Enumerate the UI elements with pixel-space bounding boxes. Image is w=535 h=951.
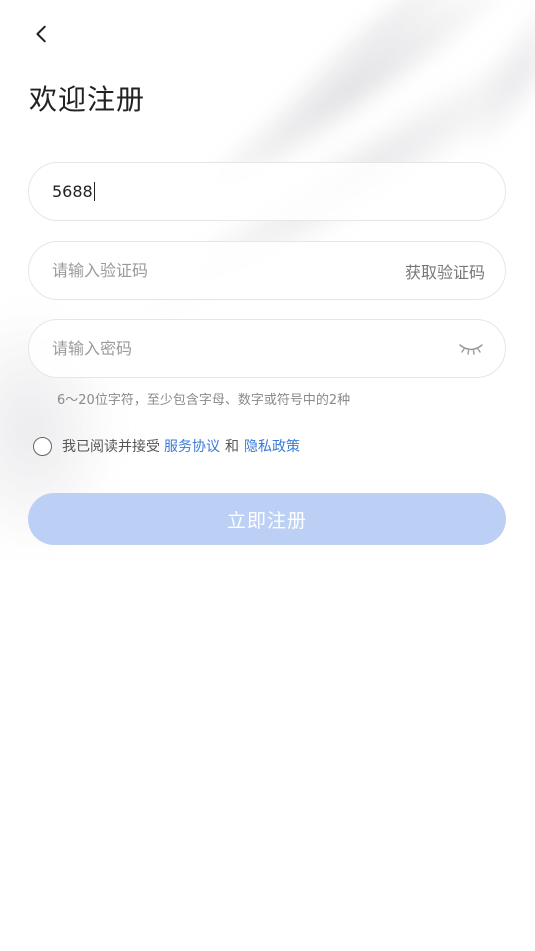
chevron-left-icon xyxy=(36,25,46,43)
password-hint: 6～20位字符，至少包含字母、数字或符号中的2种 xyxy=(57,393,351,408)
agreement-checkbox[interactable] xyxy=(33,436,52,456)
eye-closed-icon[interactable] xyxy=(457,339,485,359)
password-input[interactable] xyxy=(52,339,457,358)
register-button[interactable]: 立即注册 xyxy=(28,493,506,545)
verification-code-input[interactable] xyxy=(52,261,405,280)
password-field[interactable] xyxy=(28,319,506,378)
get-code-button[interactable]: 获取验证码 xyxy=(405,259,485,283)
page-title: 欢迎注册 xyxy=(29,83,146,116)
privacy-policy-link[interactable]: 隐私政策 xyxy=(244,436,300,456)
agreement-row: 我已阅读并接受 服务协议 和 隐私政策 xyxy=(33,436,300,456)
phone-field[interactable]: 5688 xyxy=(28,162,506,221)
agreement-prefix: 我已阅读并接受 xyxy=(62,439,160,455)
agreement-and: 和 xyxy=(225,439,239,455)
background-decoration xyxy=(249,0,511,151)
register-page: 欢迎注册 5688 获取验证码 6～20位字符，至少包含字母、数字或符号中的2种… xyxy=(0,0,535,951)
verification-code-field[interactable]: 获取验证码 xyxy=(28,241,506,300)
service-agreement-link[interactable]: 服务协议 xyxy=(164,436,220,456)
phone-input-value[interactable]: 5688 xyxy=(52,182,95,201)
back-button[interactable] xyxy=(22,14,62,54)
background-decoration xyxy=(444,0,535,172)
